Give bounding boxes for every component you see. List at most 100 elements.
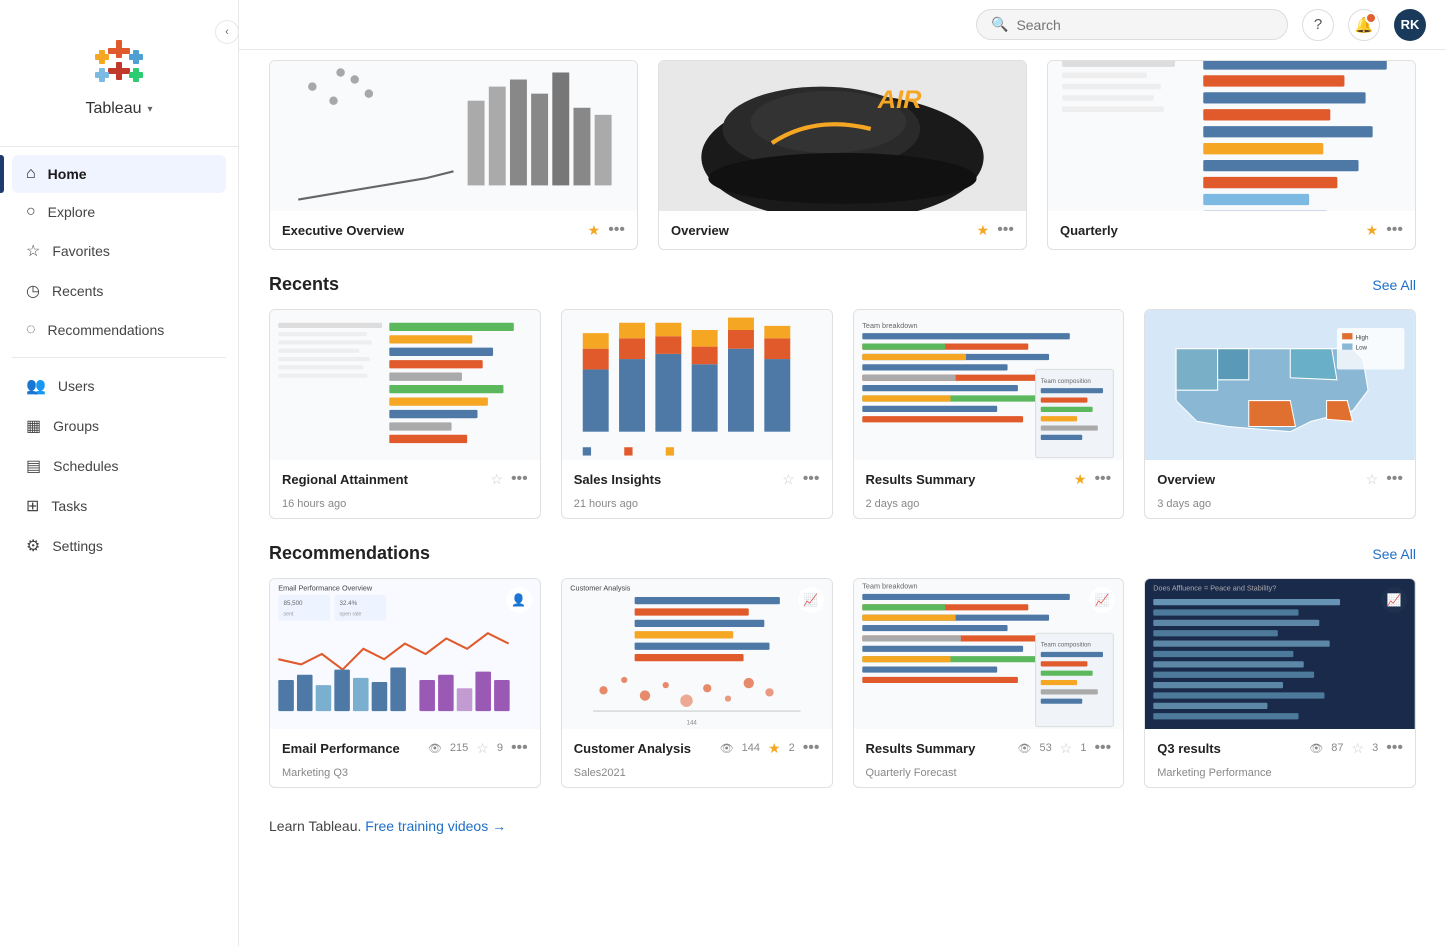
svg-text:AIR: AIR xyxy=(877,86,922,114)
card-subtitle: Quarterly Forecast xyxy=(854,767,1124,787)
views-icon: 👁 xyxy=(1018,742,1032,755)
brand-label: Tableau xyxy=(85,100,141,118)
views-icon: 👁 xyxy=(428,742,442,755)
recents-icon: ◷ xyxy=(26,281,40,301)
card-footer: Regional Attainment ☆ ••• xyxy=(270,460,540,498)
star-button[interactable]: ★ xyxy=(588,222,601,239)
card-q3-results[interactable]: Does Affluence = Peace and Stability? xyxy=(1144,578,1416,788)
card-meta: 16 hours ago xyxy=(270,498,540,518)
avatar[interactable]: RK xyxy=(1394,9,1426,41)
card-actions: 👁 53 ☆ 1 ••• xyxy=(1018,739,1112,757)
learn-section: Learn Tableau. Free training videos → xyxy=(269,818,1416,834)
sidebar-item-tasks[interactable]: ⊞ Tasks xyxy=(12,486,226,526)
svg-text:open rate: open rate xyxy=(340,612,362,618)
sidebar-divider-top xyxy=(0,146,238,147)
card-email-performance[interactable]: Email Performance Overview 85,500 sent 3… xyxy=(269,578,541,788)
search-input[interactable] xyxy=(1016,17,1273,33)
card-footer: Q3 results 👁 87 ☆ 3 ••• xyxy=(1145,729,1415,767)
card-thumb: Team breakdown xyxy=(854,310,1124,460)
more-button[interactable]: ••• xyxy=(511,470,528,488)
svg-text:144: 144 xyxy=(686,720,697,727)
star-button[interactable]: ☆ xyxy=(1352,740,1365,757)
card-title: Overview xyxy=(671,223,977,238)
card-regional-attainment[interactable]: Regional Attainment ☆ ••• 16 hours ago xyxy=(269,309,541,519)
card-thumb xyxy=(1048,61,1415,211)
sidebar-item-explore[interactable]: ○ Explore xyxy=(12,193,226,231)
card-badge: 📈 xyxy=(1381,587,1407,613)
brand-chevron[interactable]: ▾ xyxy=(148,104,153,115)
star-button[interactable]: ☆ xyxy=(782,471,795,488)
star-button[interactable]: ★ xyxy=(1074,471,1087,488)
recommendations-see-all[interactable]: See All xyxy=(1372,546,1416,562)
more-button[interactable]: ••• xyxy=(803,470,820,488)
star-button[interactable]: ☆ xyxy=(490,471,503,488)
sidebar-item-home[interactable]: ⌂ Home xyxy=(12,155,226,193)
learn-link[interactable]: Free training videos → xyxy=(365,818,506,834)
card-footer: Results Summary ★ ••• xyxy=(854,460,1124,498)
home-icon: ⌂ xyxy=(26,165,36,183)
help-icon: ? xyxy=(1314,16,1322,33)
svg-text:Team composition: Team composition xyxy=(1040,642,1091,649)
card-overview-map[interactable]: High Low Overview ☆ ••• 3 days ago xyxy=(1144,309,1416,519)
more-button[interactable]: ••• xyxy=(608,221,625,239)
more-button[interactable]: ••• xyxy=(1094,739,1111,757)
star-button[interactable]: ★ xyxy=(977,222,990,239)
card-thumb xyxy=(562,310,832,460)
recents-see-all[interactable]: See All xyxy=(1372,277,1416,293)
more-button[interactable]: ••• xyxy=(1386,470,1403,488)
card-overview-shoe[interactable]: AIR Overview ★ ••• xyxy=(658,60,1027,250)
favorites-icon: ☆ xyxy=(26,241,40,261)
more-button[interactable]: ••• xyxy=(803,739,820,757)
sidebar-item-label: Recents xyxy=(52,283,103,299)
star-button[interactable]: ☆ xyxy=(476,740,489,757)
card-sales-insights[interactable]: Sales Insights ☆ ••• 21 hours ago xyxy=(561,309,833,519)
card-meta: 2 days ago xyxy=(854,498,1124,518)
help-button[interactable]: ? xyxy=(1302,9,1334,41)
star-button[interactable]: ★ xyxy=(1366,222,1379,239)
card-title: Results Summary xyxy=(866,472,1074,487)
sidebar-item-label: Home xyxy=(48,166,87,182)
card-executive-overview[interactable]: Executive Overview ★ ••• xyxy=(269,60,638,250)
card-thumb xyxy=(270,310,540,460)
star-button[interactable]: ★ xyxy=(768,740,781,757)
learn-link-label: Free training videos xyxy=(365,818,488,834)
sidebar-item-groups[interactable]: ▦ Groups xyxy=(12,406,226,446)
sidebar-item-schedules[interactable]: ▤ Schedules xyxy=(12,446,226,486)
svg-text:85,500: 85,500 xyxy=(283,600,303,607)
star-button[interactable]: ☆ xyxy=(1366,471,1379,488)
more-button[interactable]: ••• xyxy=(997,221,1014,239)
card-title: Customer Analysis xyxy=(574,741,720,756)
card-actions: ☆ ••• xyxy=(490,470,527,488)
learn-prefix: Learn Tableau. xyxy=(269,818,361,834)
card-footer: Executive Overview ★ ••• xyxy=(270,211,637,249)
sidebar-item-recents[interactable]: ◷ Recents xyxy=(12,271,226,311)
more-button[interactable]: ••• xyxy=(1386,739,1403,757)
card-title: Q3 results xyxy=(1157,741,1309,756)
card-results-summary-rec[interactable]: Team breakdown xyxy=(853,578,1125,788)
more-button[interactable]: ••• xyxy=(511,739,528,757)
card-customer-analysis[interactable]: Customer Analysis xyxy=(561,578,833,788)
sidebar-item-recommendations[interactable]: ◌ Recommendations xyxy=(12,311,226,349)
recents-title: Recents xyxy=(269,274,339,295)
collapse-button[interactable]: ‹ xyxy=(215,20,239,44)
card-footer: Overview ★ ••• xyxy=(659,211,1026,249)
card-actions: ★ ••• xyxy=(1366,221,1403,239)
svg-text:Team breakdown: Team breakdown xyxy=(862,582,917,591)
stars-count: 3 xyxy=(1372,742,1378,754)
star-button[interactable]: ☆ xyxy=(1060,740,1073,757)
more-button[interactable]: ••• xyxy=(1094,470,1111,488)
more-button[interactable]: ••• xyxy=(1386,221,1403,239)
card-results-summary[interactable]: Team breakdown xyxy=(853,309,1125,519)
groups-icon: ▦ xyxy=(26,416,41,436)
sidebar-item-settings[interactable]: ⚙ Settings xyxy=(12,526,226,566)
sidebar: ‹ Tableau ▾ ⌂ Home ○ E xyxy=(0,0,239,946)
card-title: Executive Overview xyxy=(282,223,588,238)
search-bar[interactable]: 🔍 xyxy=(976,9,1288,40)
sidebar-item-users[interactable]: 👥 Users xyxy=(12,366,226,406)
sidebar-item-favorites[interactable]: ☆ Favorites xyxy=(12,231,226,271)
views-icon: 👁 xyxy=(720,742,734,755)
notification-button[interactable]: 🔔 xyxy=(1348,9,1380,41)
card-footer: Quarterly ★ ••• xyxy=(1048,211,1415,249)
card-quarterly[interactable]: Quarterly ★ ••• xyxy=(1047,60,1416,250)
svg-text:Low: Low xyxy=(1356,345,1368,352)
